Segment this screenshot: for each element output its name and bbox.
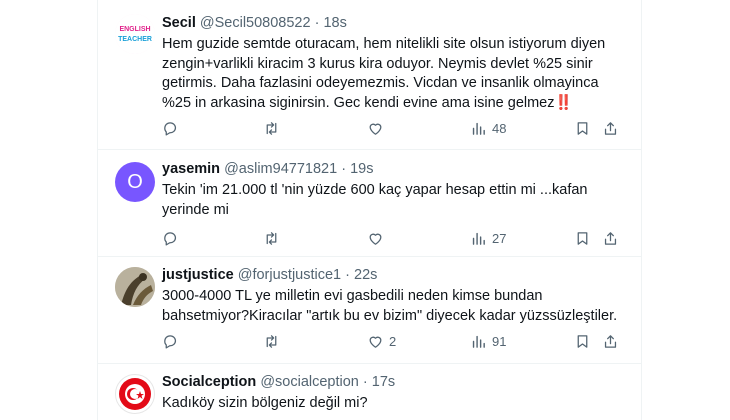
avatar-line-1: ENGLISH [119,26,150,33]
view-count: 48 [492,120,507,136]
separator-dot: · [314,15,320,31]
tweet-header: Secil @Secil50808522 · 18s [162,14,347,32]
bookmark-icon [577,334,588,348]
view-count: 27 [492,230,507,246]
action-bar: 2 91 [162,331,628,351]
views-icon [472,122,485,135]
view-count: 91 [492,333,507,349]
tweet[interactable]: justjustice @forjustjustice1 · 22s 3000-… [98,257,641,364]
user-handle[interactable]: @aslim94771821 [224,161,337,177]
reply-icon [164,121,177,136]
heart-icon [369,123,382,135]
bookmark-icon [577,121,588,135]
display-name[interactable]: Secil [162,15,196,31]
timestamp[interactable]: 22s [354,267,377,283]
double-exclamation-emoji: ‼️ [554,94,573,111]
tweet[interactable]: ENGLISH TEACHER Secil @Secil50808522 · 1… [98,0,641,150]
tweet-text: Hem guzide semtde oturacam, hem nitelikl… [162,35,628,113]
avatar[interactable]: O [115,162,155,202]
views-button[interactable]: 27 [470,228,506,248]
share-icon [604,231,617,245]
views-icon [472,232,485,245]
timestamp[interactable]: 19s [350,161,373,177]
tweet-text: 3000-4000 TL ye milletin evi gasbedili n… [162,288,618,324]
avatar[interactable]: ENGLISH TEACHER [115,14,155,54]
like-button[interactable]: 2 [367,331,396,351]
retweet-icon [266,121,277,135]
bookmark-button[interactable] [574,331,591,351]
reply-button[interactable] [162,331,184,351]
display-name[interactable]: justjustice [162,267,234,283]
share-button[interactable] [602,331,619,351]
retweet-button[interactable] [263,228,285,248]
avatar-logo [119,378,151,410]
tweet-header: Socialception @socialception · 17s [162,373,395,391]
bookmark-icon [577,231,588,245]
display-name[interactable]: yasemin [162,161,220,177]
tweet-text-content: Hem guzide semtde oturacam, hem nitelikl… [162,36,606,111]
like-count: 2 [389,333,397,349]
share-button[interactable] [602,118,619,138]
avatar[interactable] [115,374,155,414]
retweet-button[interactable] [263,331,285,351]
avatar[interactable] [115,267,155,307]
action-bar: 27 [162,228,628,248]
bookmark-button[interactable] [574,228,591,248]
reply-button[interactable] [162,228,184,248]
avatar-photo [115,267,155,307]
bookmark-button[interactable] [574,118,591,138]
user-handle[interactable]: @forjustjustice1 [238,267,341,283]
separator-dot: · [362,374,368,390]
display-name[interactable]: Socialception [162,374,256,390]
user-handle[interactable]: @Secil50808522 [200,15,311,31]
timestamp[interactable]: 18s [323,15,346,31]
share-icon [604,334,617,348]
retweet-icon [266,231,277,245]
tweet[interactable]: O yasemin @aslim94771821 · 19s Tekin 'im… [98,150,641,257]
avatar-logo: ENGLISH TEACHER [115,14,155,54]
avatar-line-2: TEACHER [118,36,152,43]
views-icon [472,335,485,348]
tweet-text: Tekin 'im 21.000 tl 'nin yüzde 600 kaç y… [162,182,588,218]
action-bar: 48 [162,118,628,138]
tweet-header: yasemin @aslim94771821 · 19s [162,160,373,178]
tweet[interactable]: Socialception @socialception · 17s Kadık… [98,364,641,420]
tweet-header: justjustice @forjustjustice1 · 22s [162,266,377,284]
timestamp[interactable]: 17s [372,374,395,390]
reply-button[interactable] [162,118,184,138]
heart-icon [369,336,382,348]
share-icon [604,121,617,135]
like-button[interactable] [367,118,389,138]
heart-icon [369,233,382,245]
separator-dot: · [345,267,350,283]
separator-dot: · [341,161,347,177]
tweet-text: Kadıköy sizin bölgeniz değil mi? [162,395,368,411]
tweet-feed: ENGLISH TEACHER Secil @Secil50808522 · 1… [97,0,642,420]
timeline-screenshot: ENGLISH TEACHER Secil @Secil50808522 · 1… [0,0,730,420]
reply-icon [164,334,177,349]
reply-icon [164,231,177,246]
retweet-button[interactable] [263,118,285,138]
share-button[interactable] [602,228,619,248]
avatar-letter: O [127,170,143,193]
views-button[interactable]: 91 [470,331,506,351]
views-button[interactable]: 48 [470,118,506,138]
user-handle[interactable]: @socialception [260,374,359,390]
retweet-icon [266,334,277,348]
like-button[interactable] [367,228,389,248]
